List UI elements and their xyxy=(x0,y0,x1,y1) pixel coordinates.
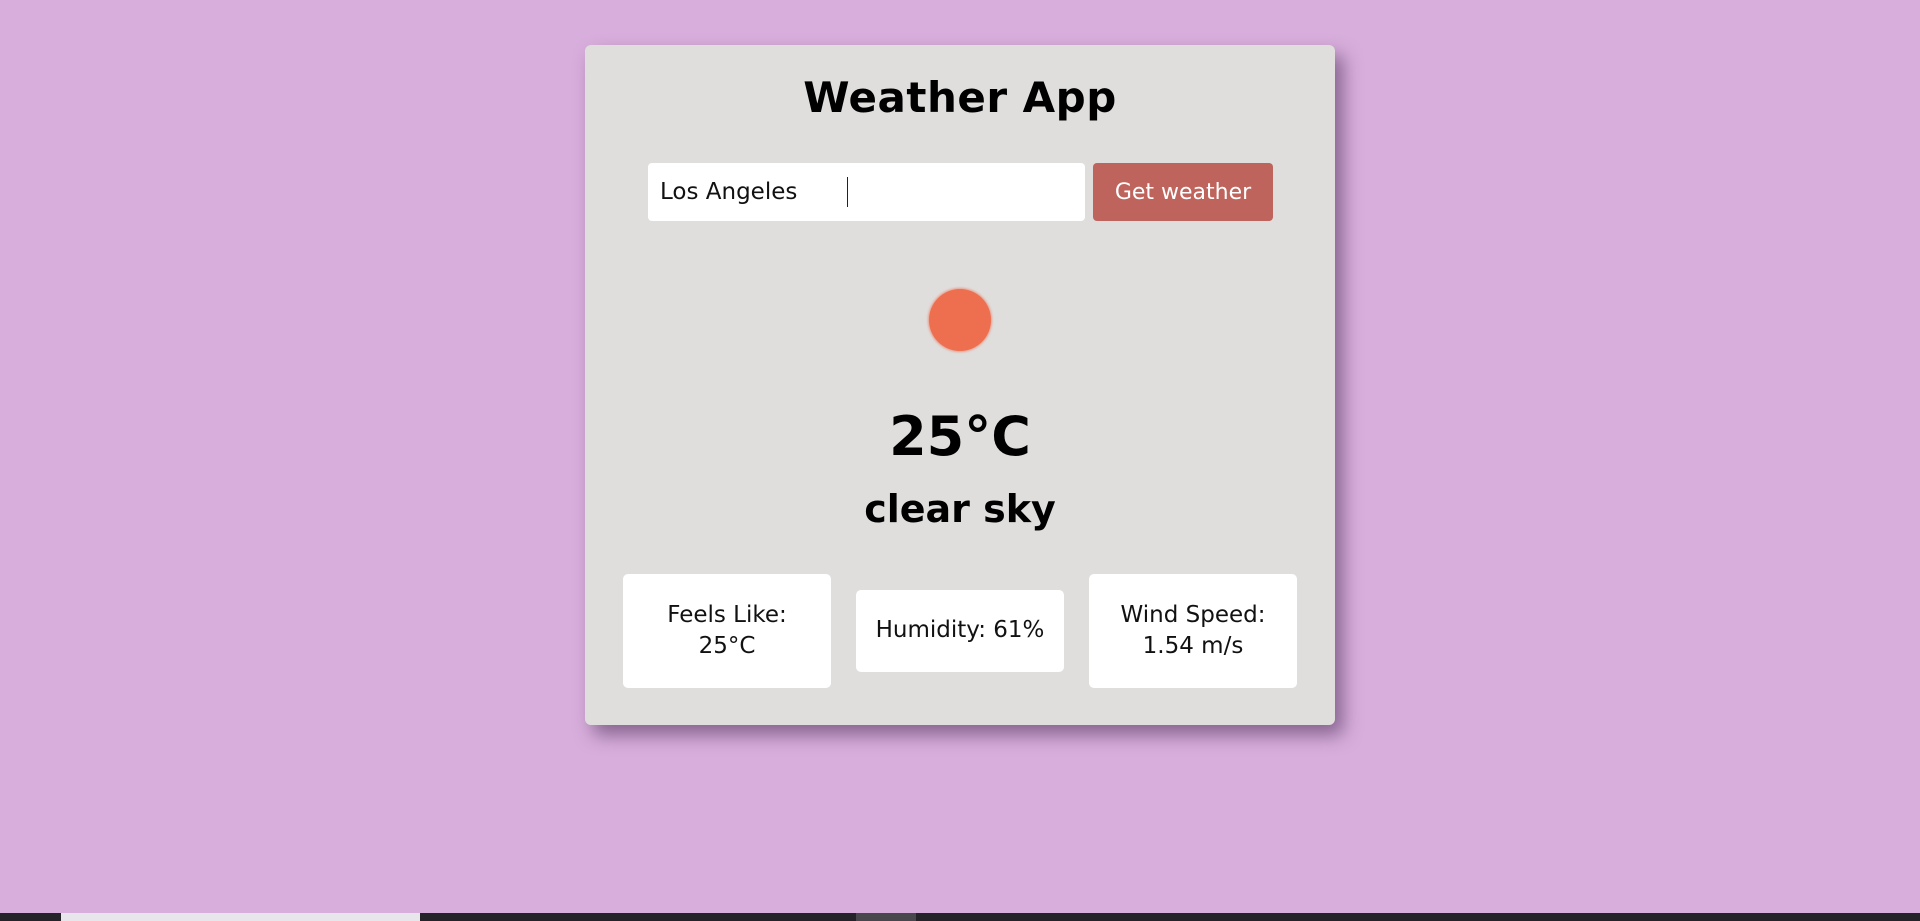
humidity-text: Humidity: 61% xyxy=(875,617,1045,644)
text-cursor xyxy=(847,177,848,207)
feels-like-card: Feels Like: 25°C xyxy=(623,574,831,688)
wind-speed-value: 1.54 m/s xyxy=(1142,633,1244,659)
taskbar xyxy=(0,913,1920,921)
get-weather-button[interactable]: Get weather xyxy=(1093,163,1273,221)
feels-like-label: Feels Like: xyxy=(667,601,787,628)
humidity-card: Humidity: 61% xyxy=(856,590,1064,672)
sun-icon xyxy=(929,289,991,351)
wind-speed-card: Wind Speed: 1.54 m/s xyxy=(1089,574,1297,688)
search-row: Get weather xyxy=(648,163,1273,221)
app-title: Weather App xyxy=(803,73,1117,122)
taskbar-active-window[interactable] xyxy=(61,913,420,921)
taskbar-window[interactable] xyxy=(856,913,916,921)
temperature: 25°C xyxy=(889,405,1031,468)
wind-speed-label: Wind Speed: xyxy=(1120,601,1266,628)
weather-card: Weather App Get weather 25°C clear sky F… xyxy=(585,45,1335,725)
weather-description: clear sky xyxy=(864,487,1056,531)
feels-like-value: 25°C xyxy=(698,633,756,659)
city-search-input[interactable] xyxy=(648,163,1085,221)
